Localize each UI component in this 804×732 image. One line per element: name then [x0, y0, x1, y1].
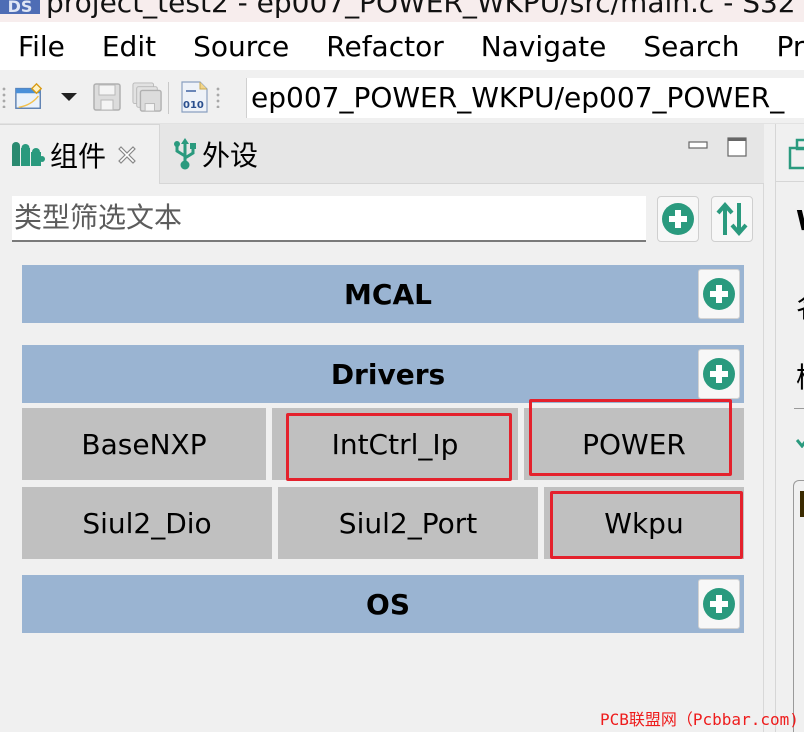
- svg-text:010: 010: [183, 100, 204, 111]
- sort-button[interactable]: [711, 196, 753, 242]
- right-panel-frame: [793, 480, 804, 732]
- binary-file-icon: 010: [181, 81, 208, 113]
- add-os-component-button[interactable]: [698, 579, 740, 629]
- tab-peripherals-label: 外设: [202, 139, 259, 172]
- add-component-button[interactable]: [657, 196, 699, 242]
- right-panel-heading: W: [796, 204, 804, 237]
- menu-file[interactable]: File: [18, 30, 65, 63]
- dropdown-arrow-icon: [61, 93, 77, 101]
- minimize-icon: [688, 141, 708, 149]
- right-panel-name-label: 名: [796, 286, 804, 326]
- binary-file-button[interactable]: 010: [179, 81, 209, 113]
- component-siul2-port[interactable]: Siul2_Port: [278, 487, 538, 559]
- menu-bar: File Edit Source Refactor Navigate Searc…: [0, 22, 804, 70]
- plus-circle-icon: [703, 278, 735, 310]
- add-mcal-component-button[interactable]: [698, 269, 740, 319]
- tab-components[interactable]: 组件: [0, 124, 160, 184]
- group-label: Drivers: [330, 357, 446, 391]
- menu-project[interactable]: Pr: [777, 30, 804, 63]
- menu-search[interactable]: Search: [643, 30, 739, 63]
- plus-circle-icon: [703, 588, 735, 620]
- view-tab-bar: 组件 外设: [0, 124, 764, 184]
- right-panel: W 名 模: [775, 124, 804, 732]
- save-icon: [93, 83, 121, 111]
- tab-components-label: 组件: [50, 139, 107, 173]
- save-all-button[interactable]: [132, 82, 162, 112]
- component-config-icon: [788, 138, 804, 170]
- menu-edit[interactable]: Edit: [102, 30, 156, 63]
- add-drivers-component-button[interactable]: [698, 349, 740, 399]
- component-basenxp[interactable]: BaseNXP: [22, 408, 266, 480]
- save-button[interactable]: [92, 82, 122, 112]
- toolbar-separator: [168, 82, 169, 114]
- filter-input[interactable]: [12, 196, 646, 242]
- sort-arrows-icon: [716, 201, 748, 237]
- close-icon[interactable]: [116, 144, 138, 166]
- toolbar-grip-2[interactable]: [216, 86, 220, 108]
- app-logo-icon: DS: [0, 0, 40, 16]
- new-wizard-icon: [15, 82, 43, 109]
- tab-peripherals[interactable]: 外设: [162, 124, 302, 184]
- right-panel-text-fragment: [800, 491, 804, 517]
- menu-source[interactable]: Source: [193, 30, 289, 63]
- window-title: project_test2 - ep007_POWER_WKPU/src/mai…: [46, 0, 804, 19]
- divider: [794, 408, 804, 409]
- maximize-button[interactable]: [727, 136, 747, 162]
- breadcrumb-path[interactable]: ep007_POWER_WKPU/ep007_POWER_: [246, 78, 804, 118]
- components-view: 组件 外设 类型筛选文本 MCAL Drivers BaseNXP IntCtr…: [0, 124, 764, 732]
- toolbar-grip[interactable]: [2, 86, 6, 108]
- plus-circle-icon: [703, 358, 735, 390]
- new-wizard-button[interactable]: [14, 82, 44, 112]
- group-label: OS: [366, 587, 410, 621]
- components-icon: [10, 140, 46, 170]
- minimize-button[interactable]: [688, 136, 708, 155]
- menu-refactor[interactable]: Refactor: [326, 30, 443, 63]
- right-panel-module-label: 模: [796, 356, 804, 396]
- plus-circle-icon: [662, 203, 694, 235]
- maximize-icon: [727, 137, 747, 157]
- group-header-os[interactable]: OS: [22, 575, 744, 633]
- watermark: PCB联盟网（Pcbbar.com): [600, 710, 799, 729]
- component-wkpu[interactable]: Wkpu: [544, 487, 744, 559]
- right-panel-tab[interactable]: [776, 124, 804, 182]
- new-wizard-dropdown[interactable]: [54, 82, 84, 112]
- component-intctrl-ip[interactable]: IntCtrl_Ip: [272, 408, 518, 480]
- component-power[interactable]: POWER: [524, 408, 744, 480]
- save-all-icon: [132, 82, 162, 112]
- menu-navigate[interactable]: Navigate: [481, 30, 607, 63]
- group-header-mcal[interactable]: MCAL: [22, 265, 744, 323]
- group-header-drivers[interactable]: Drivers: [22, 345, 744, 403]
- checkmark-icon: [796, 439, 804, 448]
- component-siul2-dio[interactable]: Siul2_Dio: [22, 487, 272, 559]
- usb-peripherals-icon: [172, 138, 198, 170]
- group-label: MCAL: [344, 277, 432, 311]
- title-bar: DS project_test2 - ep007_POWER_WKPU/src/…: [0, 0, 804, 22]
